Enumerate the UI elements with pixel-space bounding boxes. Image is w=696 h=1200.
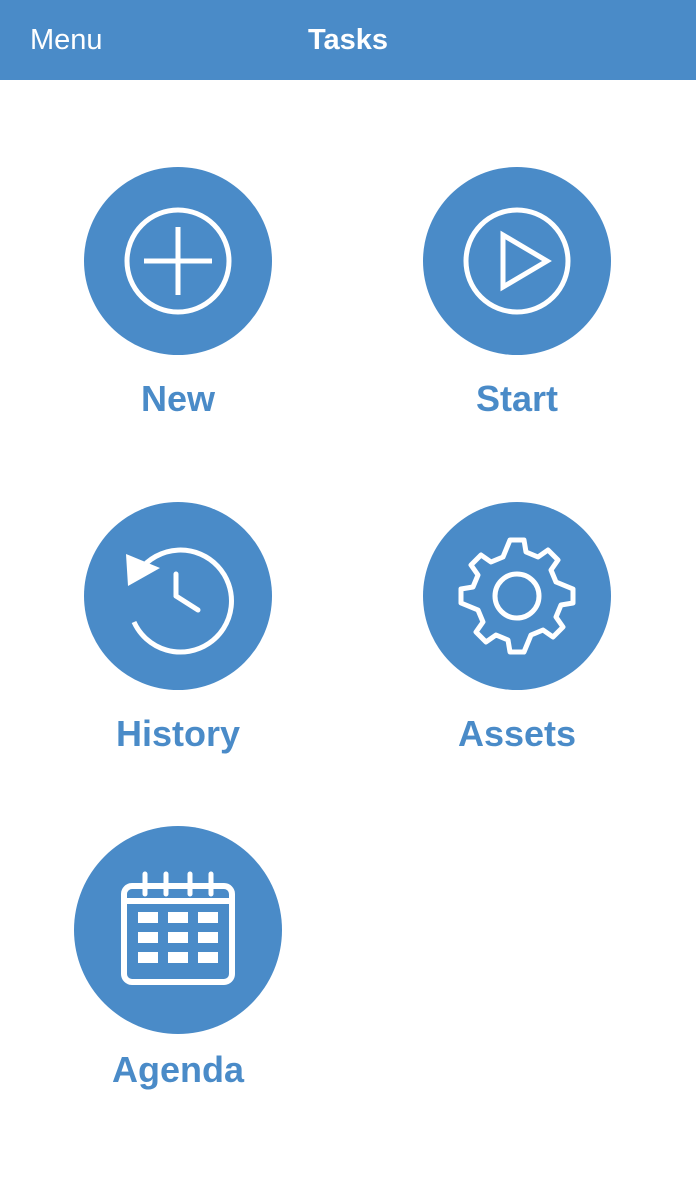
new-task-button[interactable]: New: [44, 167, 304, 437]
gear-icon: [458, 537, 576, 655]
history-circle[interactable]: [84, 502, 272, 690]
menu-button[interactable]: Menu: [30, 0, 103, 80]
agenda-button[interactable]: Agenda: [44, 826, 304, 1096]
page-title: Tasks: [307, 24, 389, 56]
assets-label: Assets: [457, 713, 577, 754]
start-task-button[interactable]: Start: [383, 167, 643, 437]
assets-circle[interactable]: [423, 502, 611, 690]
history-clock-icon: [126, 547, 234, 655]
agenda-label: Agenda: [111, 1049, 244, 1090]
calendar-icon: [121, 871, 235, 985]
navigation-bar: Menu Tasks: [0, 0, 696, 80]
history-button[interactable]: History: [44, 502, 304, 772]
start-label: Start: [475, 378, 559, 419]
plus-circle-icon: [124, 207, 232, 315]
agenda-circle[interactable]: [74, 826, 282, 1034]
start-circle[interactable]: [423, 167, 611, 355]
play-circle-icon: [463, 207, 571, 315]
new-label: New: [140, 378, 216, 419]
assets-button[interactable]: Assets: [383, 502, 643, 772]
new-circle[interactable]: [84, 167, 272, 355]
history-label: History: [115, 713, 241, 754]
